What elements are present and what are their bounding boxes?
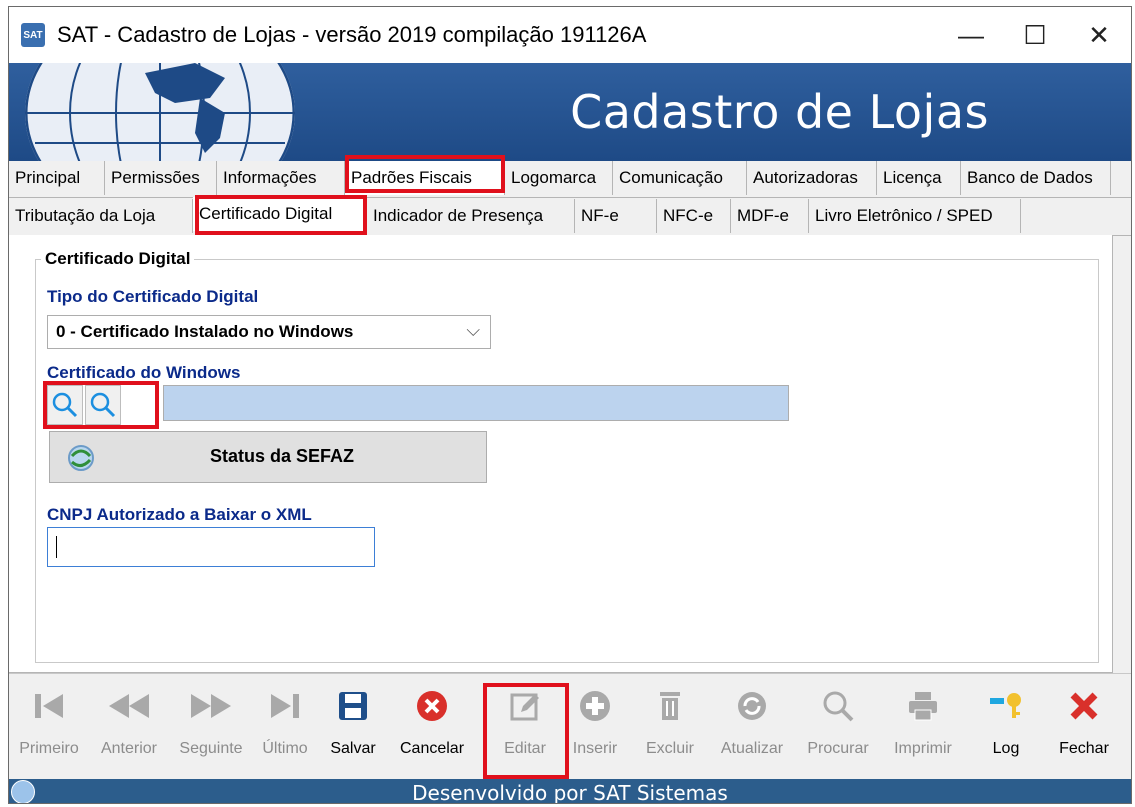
seguinte-label: Seguinte xyxy=(179,740,243,757)
tipo-certificado-label: Tipo do Certificado Digital xyxy=(47,287,259,306)
primeiro-label: Primeiro xyxy=(19,740,79,757)
tab-comunicacao[interactable]: Comunicação xyxy=(613,161,747,195)
tab-indicador-de-presenca[interactable]: Indicador de Presença xyxy=(367,199,575,233)
minimize-button[interactable]: — xyxy=(939,7,1003,63)
header-banner: Cadastro de Lojas xyxy=(9,63,1131,161)
seguinte-button[interactable]: Seguinte xyxy=(169,688,253,778)
group-title: Certificado Digital xyxy=(41,249,195,269)
salvar-button[interactable]: Salvar xyxy=(321,688,385,778)
inserir-button[interactable]: Inserir xyxy=(563,688,627,778)
cancelar-label: Cancelar xyxy=(399,740,465,757)
primeiro-button[interactable]: Primeiro xyxy=(9,688,89,778)
tab-nf-e[interactable]: NF-e xyxy=(575,199,657,233)
window-controls: — ☐ ✕ xyxy=(939,7,1131,63)
procurar-label: Procurar xyxy=(807,740,869,757)
tab-mdf-e[interactable]: MDF-e xyxy=(731,199,809,233)
sub-tab-bar: Tributação da Loja Certificado Digital I… xyxy=(9,197,1131,236)
app-window: SAT SAT - Cadastro de Lojas - versão 201… xyxy=(8,6,1132,804)
highlight-certificado-digital xyxy=(195,195,367,235)
excluir-button[interactable]: Excluir xyxy=(635,688,705,778)
save-icon xyxy=(339,692,367,720)
printer-icon xyxy=(909,692,937,721)
text-caret xyxy=(56,536,57,558)
status-bar: Desenvolvido por SAT Sistemas xyxy=(9,779,1131,804)
refresh-icon xyxy=(738,692,766,720)
log-button[interactable]: Log xyxy=(975,688,1037,778)
last-record-icon xyxy=(271,694,299,718)
maximize-button[interactable]: ☐ xyxy=(1003,7,1067,63)
tab-autorizadoras[interactable]: Autorizadoras xyxy=(747,161,877,195)
key-icon xyxy=(990,693,1021,718)
highlight-editar-button xyxy=(483,683,569,779)
close-icon xyxy=(1070,692,1098,720)
sefaz-globe-icon xyxy=(68,445,94,471)
imprimir-label: Imprimir xyxy=(894,740,952,757)
title-bar: SAT SAT - Cadastro de Lojas - versão 201… xyxy=(9,7,1131,63)
tab-principal[interactable]: Principal xyxy=(9,161,105,195)
search-icon xyxy=(823,691,854,722)
imprimir-button[interactable]: Imprimir xyxy=(883,688,963,778)
highlight-search-buttons xyxy=(43,381,159,429)
tab-licenca[interactable]: Licença xyxy=(877,161,961,195)
ultimo-label: Último xyxy=(262,740,308,757)
fechar-label: Fechar xyxy=(1059,740,1109,757)
cnpj-input[interactable] xyxy=(47,527,375,567)
status-sefaz-button[interactable]: Status da SEFAZ xyxy=(49,431,487,483)
procurar-button[interactable]: Procurar xyxy=(795,688,881,778)
tipo-certificado-value: 0 - Certificado Instalado no Windows xyxy=(56,322,354,341)
previous-record-icon xyxy=(109,694,149,718)
banner-title: Cadastro de Lojas xyxy=(570,85,989,139)
salvar-label: Salvar xyxy=(330,740,376,757)
window-title: SAT - Cadastro de Lojas - versão 2019 co… xyxy=(57,22,647,47)
add-icon xyxy=(580,691,610,721)
certificado-windows-field[interactable] xyxy=(163,385,789,421)
certificado-windows-label: Certificado do Windows xyxy=(47,363,241,382)
chevron-down-icon: ⌵ xyxy=(466,320,480,340)
inserir-label: Inserir xyxy=(572,740,618,757)
status-sefaz-label: Status da SEFAZ xyxy=(210,446,355,466)
cancel-icon xyxy=(417,691,447,721)
app-icon: SAT xyxy=(21,23,45,47)
atualizar-button[interactable]: Atualizar xyxy=(709,688,795,778)
tab-permissoes[interactable]: Permissões xyxy=(105,161,217,195)
anterior-button[interactable]: Anterior xyxy=(89,688,169,778)
main-tab-bar: Principal Permissões Informações Padrões… xyxy=(9,161,1131,198)
tab-logomarca[interactable]: Logomarca xyxy=(505,161,613,195)
tab-livro-eletronico-sped[interactable]: Livro Eletrônico / SPED xyxy=(809,199,1021,233)
tab-banco-de-dados[interactable]: Banco de Dados xyxy=(961,161,1111,195)
globe-logo-icon xyxy=(25,63,295,161)
highlight-padroes-fiscais xyxy=(345,155,505,193)
first-record-icon xyxy=(35,694,63,718)
tab-tributacao-da-loja[interactable]: Tributação da Loja xyxy=(9,199,193,233)
tab-informacoes[interactable]: Informações xyxy=(217,161,345,195)
excluir-label: Excluir xyxy=(645,740,694,757)
navigation-toolbar: Primeiro Anterior Seguinte Último Salvar… xyxy=(9,673,1131,780)
cnpj-label: CNPJ Autorizado a Baixar o XML xyxy=(47,505,312,524)
tab-nfc-e[interactable]: NFC-e xyxy=(657,199,731,233)
status-text: Desenvolvido por SAT Sistemas xyxy=(412,781,728,804)
certificado-panel: Certificado Digital Tipo do Certificado … xyxy=(9,235,1113,673)
fechar-button[interactable]: Fechar xyxy=(1049,688,1119,778)
tipo-certificado-select[interactable]: 0 - Certificado Instalado no Windows ⌵ xyxy=(47,315,491,349)
close-window-button[interactable]: ✕ xyxy=(1067,7,1131,63)
atualizar-label: Atualizar xyxy=(720,740,784,757)
log-label: Log xyxy=(992,740,1020,757)
next-record-icon xyxy=(191,694,231,718)
ultimo-button[interactable]: Último xyxy=(253,688,317,778)
cancelar-button[interactable]: Cancelar xyxy=(393,688,471,778)
anterior-label: Anterior xyxy=(100,740,158,757)
trash-icon xyxy=(660,692,680,720)
